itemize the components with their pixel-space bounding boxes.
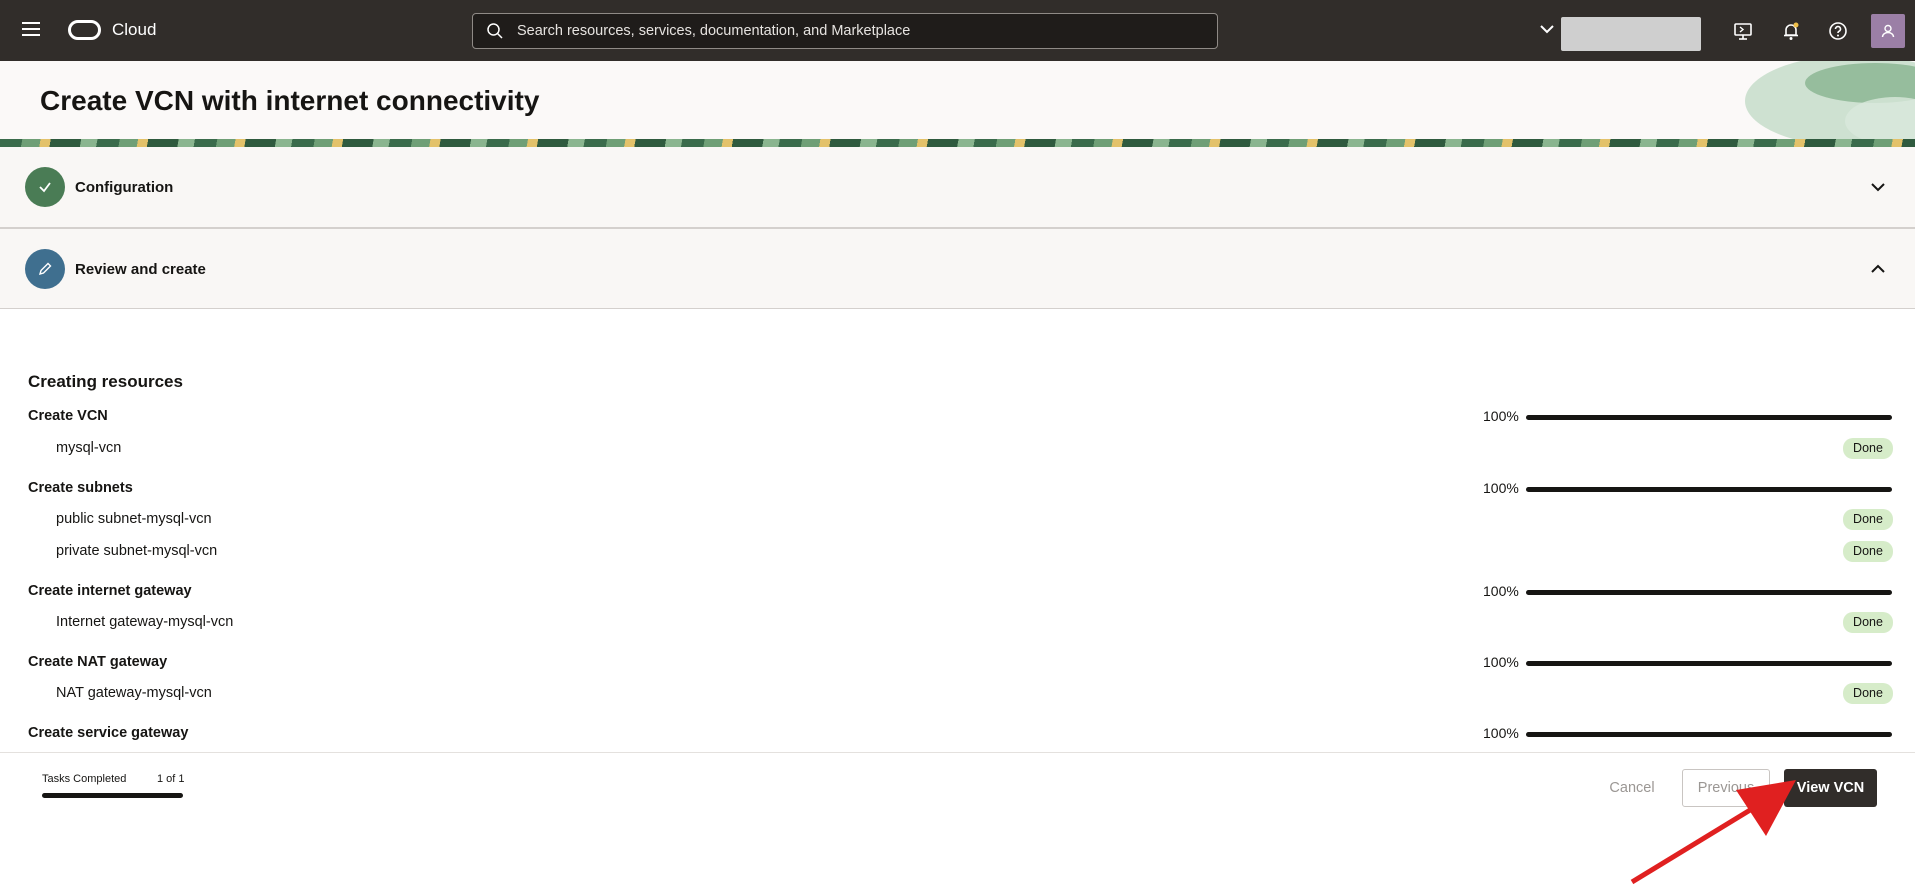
item-name: Internet gateway-mysql-vcn	[56, 614, 234, 630]
resource-group-create-internet-gateway: Create internet gateway 100%	[28, 583, 1893, 605]
review-and-create-section[interactable]: Review and create	[0, 228, 1915, 309]
chevron-up-icon[interactable]	[1870, 263, 1886, 275]
group-percent: 100%	[1483, 654, 1519, 670]
help-icon[interactable]	[1828, 21, 1848, 41]
checkmark-icon	[39, 182, 51, 193]
creating-resources-heading: Creating resources	[28, 372, 183, 391]
group-progress-bar	[1526, 590, 1892, 595]
group-title: Create subnets	[28, 480, 133, 496]
previous-button[interactable]: Previous	[1682, 769, 1770, 807]
status-badge: Done	[1843, 683, 1893, 704]
pencil-icon	[38, 262, 52, 276]
creating-resources-panel: Creating resources Create VCN 100% mysql…	[0, 309, 1915, 752]
group-percent: 100%	[1483, 408, 1519, 424]
resource-group-create-nat-gateway: Create NAT gateway 100%	[28, 654, 1893, 676]
search-input[interactable]	[517, 14, 1207, 48]
decorative-leaf-graphic	[1745, 61, 1915, 139]
chevron-down-icon[interactable]	[1540, 24, 1554, 34]
page-title: Create VCN with internet connectivity	[40, 85, 540, 116]
notifications-bell-icon[interactable]	[1781, 21, 1801, 41]
status-badge: Done	[1843, 612, 1893, 633]
wizard-footer: Tasks Completed 1 of 1 Cancel Previous V…	[0, 752, 1915, 886]
group-percent: 100%	[1483, 725, 1519, 741]
tasks-completed-label: Tasks Completed	[42, 773, 127, 785]
oracle-logo-icon[interactable]	[68, 20, 101, 40]
cancel-button[interactable]: Cancel	[1596, 769, 1668, 807]
group-progress-bar	[1526, 415, 1892, 420]
list-item: Internet gateway-mysql-vcn Done	[56, 612, 1893, 636]
resource-group-create-vcn: Create VCN 100%	[28, 408, 1893, 430]
configuration-section[interactable]: Configuration	[0, 147, 1915, 228]
list-item: public subnet-mysql-vcn Done	[56, 509, 1893, 533]
resource-group-create-service-gateway: Create service gateway 100%	[28, 725, 1893, 747]
group-title: Create VCN	[28, 408, 108, 424]
user-profile-icon	[1881, 24, 1895, 38]
tasks-progress-bar	[42, 793, 183, 798]
configuration-label: Configuration	[75, 179, 174, 196]
cloud-shell-icon[interactable]	[1733, 21, 1753, 41]
tasks-completed-count: 1 of 1	[157, 773, 185, 785]
list-item: mysql-vcn Done	[56, 438, 1893, 462]
group-progress-bar	[1526, 732, 1892, 737]
user-avatar[interactable]	[1871, 14, 1905, 48]
status-badge: Done	[1843, 509, 1893, 530]
group-progress-bar	[1526, 487, 1892, 492]
item-name: public subnet-mysql-vcn	[56, 511, 212, 527]
search-icon	[487, 23, 503, 39]
group-title: Create internet gateway	[28, 583, 192, 599]
group-percent: 100%	[1483, 583, 1519, 599]
group-title: Create NAT gateway	[28, 654, 168, 670]
list-item: NAT gateway-mysql-vcn Done	[56, 683, 1893, 707]
chevron-down-icon[interactable]	[1870, 181, 1886, 193]
group-title: Create service gateway	[28, 725, 189, 741]
step-complete-badge	[25, 167, 65, 207]
page-header: Create VCN with internet connectivity	[0, 61, 1915, 139]
status-badge: Done	[1843, 541, 1893, 562]
menu-icon[interactable]	[22, 22, 40, 36]
region-selector[interactable]	[1561, 17, 1701, 51]
list-item: private subnet-mysql-vcn Done	[56, 541, 1893, 565]
group-progress-bar	[1526, 661, 1892, 666]
item-name: mysql-vcn	[56, 440, 122, 456]
search-box[interactable]	[472, 13, 1218, 49]
review-and-create-label: Review and create	[75, 261, 206, 278]
item-name: NAT gateway-mysql-vcn	[56, 685, 212, 701]
step-current-badge	[25, 249, 65, 289]
top-navigation-bar: Cloud	[0, 0, 1915, 61]
status-badge: Done	[1843, 438, 1893, 459]
item-name: private subnet-mysql-vcn	[56, 543, 218, 559]
decorative-leaf-strip	[0, 139, 1915, 147]
group-percent: 100%	[1483, 480, 1519, 496]
brand-name[interactable]: Cloud	[112, 20, 156, 40]
resource-group-create-subnets: Create subnets 100%	[28, 480, 1893, 502]
view-vcn-button[interactable]: View VCN	[1784, 769, 1877, 807]
